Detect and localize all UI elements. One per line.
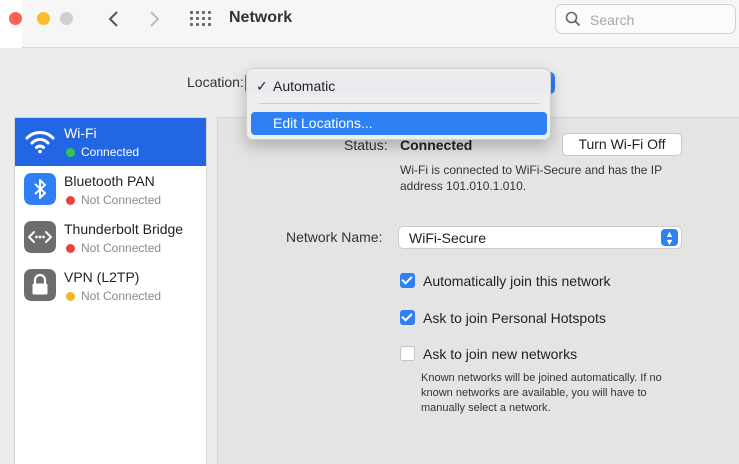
bluetooth-icon xyxy=(24,173,56,205)
title-bar: Network xyxy=(0,0,739,48)
search-input[interactable] xyxy=(590,10,730,30)
status-dot xyxy=(66,244,75,253)
status-dot xyxy=(66,292,75,301)
search-icon xyxy=(565,11,581,27)
menu-item-automatic[interactable]: ✓ Automatic xyxy=(247,78,550,98)
service-name: Thunderbolt Bridge xyxy=(64,221,184,237)
service-name: Wi-Fi xyxy=(64,125,97,141)
network-name-value: WiFi-Secure xyxy=(409,230,487,246)
menu-separator xyxy=(259,103,539,104)
sidebar-item-thunderbolt-bridge[interactable]: Thunderbolt Bridge Not Connected xyxy=(15,214,206,262)
search-field[interactable] xyxy=(555,4,736,34)
service-list: Wi-Fi Connected Bluetooth PAN Not Connec… xyxy=(14,117,207,464)
forward-button[interactable] xyxy=(142,7,166,31)
auto-join-checkbox[interactable] xyxy=(400,273,415,288)
menu-item-edit-locations[interactable]: Edit Locations... xyxy=(251,112,547,135)
show-all-grid-icon[interactable] xyxy=(190,11,212,27)
service-name: Bluetooth PAN xyxy=(64,173,155,189)
chevron-left-icon xyxy=(108,11,118,27)
service-status: Connected xyxy=(81,145,140,159)
wifi-icon xyxy=(24,125,56,157)
back-button[interactable] xyxy=(102,7,126,31)
ask-new-networks-checkbox[interactable] xyxy=(400,346,415,361)
status-description: Wi-Fi is connected to WiFi-Secure and ha… xyxy=(400,163,662,193)
close-window-button[interactable] xyxy=(9,12,22,25)
sidebar-item-vpn-l2tp[interactable]: VPN (L2TP) Not Connected xyxy=(15,262,206,310)
window-title: Network xyxy=(229,9,293,26)
sidebar-item-wifi[interactable]: Wi-Fi Connected xyxy=(15,118,206,166)
service-status: Not Connected xyxy=(81,289,162,303)
menu-item-label: Edit Locations... xyxy=(273,115,373,131)
chevron-right-icon xyxy=(150,11,160,27)
location-menu: ✓ Automatic Edit Locations... xyxy=(246,68,551,140)
checkmark-icon: ✓ xyxy=(256,78,268,94)
sidebar-item-bluetooth-pan[interactable]: Bluetooth PAN Not Connected xyxy=(15,166,206,214)
status-dot xyxy=(66,148,75,157)
service-status: Not Connected xyxy=(81,193,162,207)
network-name-select[interactable]: WiFi-Secure ▲ ▼ xyxy=(398,226,682,249)
ask-personal-hotspots-checkbox[interactable] xyxy=(400,310,415,325)
known-networks-note: Known networks will be joined automatica… xyxy=(421,372,662,414)
service-status: Not Connected xyxy=(81,241,162,255)
thunderbolt-bridge-icon xyxy=(24,221,56,253)
menu-item-label: Automatic xyxy=(273,78,336,94)
turn-wifi-off-button[interactable]: Turn Wi-Fi Off xyxy=(562,133,682,156)
lock-icon xyxy=(24,269,56,301)
ask-personal-hotspots-label: Ask to join Personal Hotspots xyxy=(423,310,606,326)
minimize-window-button[interactable] xyxy=(37,12,50,25)
service-name: VPN (L2TP) xyxy=(64,269,140,285)
location-label: Location: xyxy=(187,74,244,90)
chevron-up-down-icon: ▲ ▼ xyxy=(661,229,678,247)
status-dot xyxy=(66,196,75,205)
zoom-window-button[interactable] xyxy=(60,12,73,25)
ask-new-networks-label: Ask to join new networks xyxy=(423,346,578,362)
auto-join-label: Automatically join this network xyxy=(423,273,611,289)
network-name-label: Network Name: xyxy=(286,229,383,245)
